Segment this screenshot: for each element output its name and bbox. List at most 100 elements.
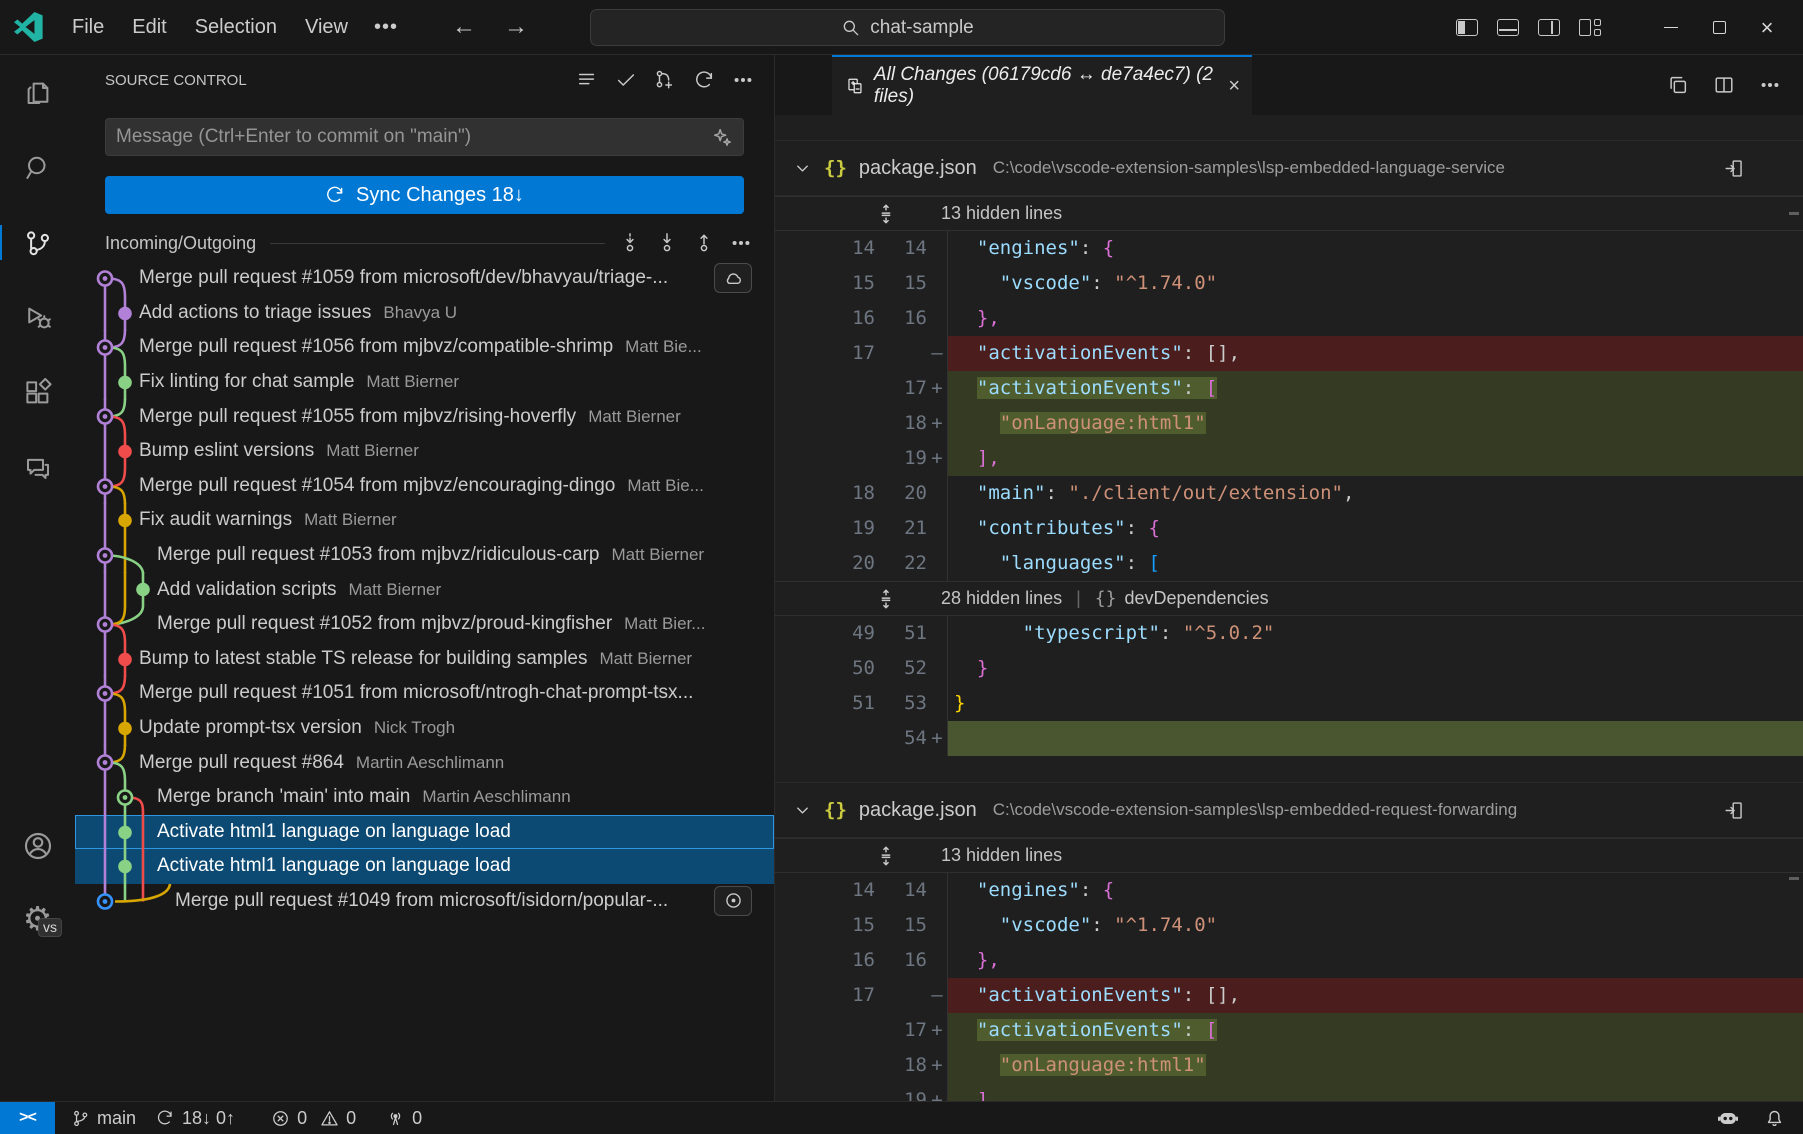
more-actions-icon[interactable] — [732, 69, 754, 91]
hidden-lines-row[interactable]: 13 hidden lines — [775, 838, 1803, 873]
commit-row[interactable]: Merge pull request #1053 from mjbvz/ridi… — [75, 538, 774, 573]
code-line[interactable]: "activationEvents": [ — [947, 371, 1803, 406]
chevron-down-icon[interactable] — [793, 159, 812, 178]
hidden-lines-row[interactable]: 28 hidden lines| {} devDependencies — [775, 581, 1803, 616]
tab-all-changes[interactable]: All Changes (06179cd6 ↔ de7a4ec7) (2 fil… — [832, 55, 1252, 115]
diff-file-header[interactable]: {} package.json C:\code\vscode-extension… — [775, 782, 1803, 838]
menu-view[interactable]: View — [291, 16, 362, 39]
go-to-file-icon[interactable] — [1724, 800, 1745, 821]
code-line[interactable]: "vscode": "^1.74.0" — [947, 266, 1803, 301]
toggle-panel-icon[interactable] — [1497, 19, 1519, 36]
code-line[interactable]: }, — [947, 943, 1803, 978]
commit-row[interactable]: Merge branch 'main' into mainMartin Aesc… — [75, 780, 774, 815]
menu-overflow-icon[interactable]: ••• — [362, 16, 410, 39]
code-line[interactable]: "engines": { — [947, 231, 1803, 266]
unfold-icon[interactable] — [875, 588, 899, 610]
view-as-list-icon[interactable] — [576, 69, 598, 91]
fetch-icon[interactable] — [619, 232, 641, 254]
target-icon[interactable] — [714, 886, 752, 916]
activity-source-control-icon[interactable] — [0, 205, 75, 280]
commit-row[interactable]: Merge pull request #864Martin Aeschliman… — [75, 745, 774, 780]
commit-row[interactable]: Update prompt-tsx versionNick Trogh — [75, 711, 774, 746]
commit-check-icon[interactable] — [615, 69, 637, 91]
maximize-button[interactable] — [1695, 0, 1743, 55]
menu-file[interactable]: File — [58, 16, 118, 39]
unfold-icon[interactable] — [875, 203, 899, 225]
code-line[interactable]: "activationEvents": [], — [947, 336, 1803, 371]
sync-status-item[interactable]: 18↓ 0↑ — [146, 1102, 245, 1134]
code-line[interactable]: }, — [947, 301, 1803, 336]
problems-status-item[interactable]: 0 0 — [261, 1102, 366, 1134]
toggle-sidebar-icon[interactable] — [1456, 19, 1478, 36]
code-line[interactable]: } — [947, 686, 1803, 721]
branch-status-item[interactable]: main — [61, 1102, 146, 1134]
commit-row[interactable]: Fix linting for chat sampleMatt Bierner — [75, 365, 774, 400]
commit-row[interactable]: Merge pull request #1049 from microsoft/… — [75, 884, 774, 919]
chevron-down-icon[interactable] — [793, 801, 812, 820]
menu-selection[interactable]: Selection — [181, 16, 291, 39]
code-line[interactable]: "main": "./client/out/extension", — [947, 476, 1803, 511]
activity-search-icon[interactable] — [0, 130, 75, 205]
activity-chat-icon[interactable] — [0, 430, 75, 505]
pull-icon[interactable] — [656, 232, 678, 254]
minimize-button[interactable] — [1647, 0, 1695, 55]
remote-indicator[interactable]: >< — [0, 1102, 55, 1134]
broadcast-status-item[interactable]: 0 — [376, 1102, 432, 1134]
account-icon[interactable] — [0, 808, 75, 883]
activity-extensions-icon[interactable] — [0, 355, 75, 430]
code-line[interactable]: "languages": [ — [947, 546, 1803, 581]
more-actions-icon[interactable] — [1759, 74, 1781, 96]
bell-icon[interactable] — [1764, 1108, 1785, 1129]
commit-row[interactable]: Merge pull request #1052 from mjbvz/prou… — [75, 607, 774, 642]
commit-row[interactable]: Merge pull request #1056 from mjbvz/comp… — [75, 330, 774, 365]
commit-row[interactable]: Activate html1 language on language load — [75, 815, 774, 850]
unfold-icon[interactable] — [875, 845, 899, 867]
tab-close-icon[interactable]: × — [1228, 75, 1240, 98]
code-line[interactable]: ], — [947, 441, 1803, 476]
menu-edit[interactable]: Edit — [118, 16, 180, 39]
commit-row[interactable]: Add actions to triage issuesBhavya U — [75, 296, 774, 331]
code-line[interactable]: } — [947, 651, 1803, 686]
code-line[interactable]: ], — [947, 1083, 1803, 1101]
commit-row[interactable]: Merge pull request #1059 from microsoft/… — [75, 261, 774, 296]
commit-row[interactable]: Bump eslint versionsMatt Bierner — [75, 434, 774, 469]
commit-row[interactable]: Bump to latest stable TS release for bui… — [75, 642, 774, 677]
code-line[interactable] — [947, 721, 1803, 756]
copilot-icon[interactable] — [1716, 1106, 1740, 1130]
code-line[interactable]: "engines": { — [947, 873, 1803, 908]
commit-row[interactable]: Fix audit warningsMatt Bierner — [75, 503, 774, 538]
refresh-icon[interactable] — [693, 69, 715, 91]
activity-run-debug-icon[interactable] — [0, 280, 75, 355]
commit-message-input[interactable] — [116, 126, 711, 148]
close-button[interactable]: × — [1743, 0, 1791, 55]
graph-icon[interactable] — [654, 69, 676, 91]
cloud-icon[interactable] — [714, 263, 752, 293]
code-line[interactable]: "activationEvents": [ — [947, 1013, 1803, 1048]
forward-icon[interactable]: → — [490, 13, 542, 41]
activity-explorer-icon[interactable] — [0, 55, 75, 130]
hidden-lines-row[interactable]: 13 hidden lines — [775, 196, 1803, 231]
commit-row[interactable]: Add validation scriptsMatt Bierner — [75, 572, 774, 607]
code-line[interactable]: "onLanguage:html1" — [947, 406, 1803, 441]
code-line[interactable]: "typescript": "^5.0.2" — [947, 616, 1803, 651]
commit-row[interactable]: Merge pull request #1051 from microsoft/… — [75, 676, 774, 711]
go-to-file-icon[interactable] — [1724, 158, 1745, 179]
toggle-secondary-sidebar-icon[interactable] — [1538, 19, 1560, 36]
commit-row[interactable]: Merge pull request #1054 from mjbvz/enco… — [75, 469, 774, 504]
more-actions-icon[interactable] — [730, 232, 752, 254]
commit-row[interactable]: Activate html1 language on language load — [75, 849, 774, 884]
open-changes-icon[interactable] — [1667, 74, 1689, 96]
code-line[interactable]: "contributes": { — [947, 511, 1803, 546]
commit-row[interactable]: Merge pull request #1055 from mjbvz/risi… — [75, 399, 774, 434]
code-line[interactable]: "activationEvents": [], — [947, 978, 1803, 1013]
back-icon[interactable]: ← — [438, 13, 490, 41]
code-line[interactable]: "vscode": "^1.74.0" — [947, 908, 1803, 943]
split-editor-icon[interactable] — [1713, 74, 1735, 96]
command-center-search[interactable]: chat-sample — [590, 9, 1225, 46]
diff-file-header[interactable]: {} package.json C:\code\vscode-extension… — [775, 140, 1803, 196]
push-icon[interactable] — [693, 232, 715, 254]
customize-layout-icon[interactable] — [1579, 19, 1601, 36]
settings-gear-icon[interactable]: ⚙ — [0, 883, 75, 953]
sync-changes-button[interactable]: Sync Changes 18↓ — [105, 176, 744, 214]
sparkle-icon[interactable] — [711, 126, 733, 148]
